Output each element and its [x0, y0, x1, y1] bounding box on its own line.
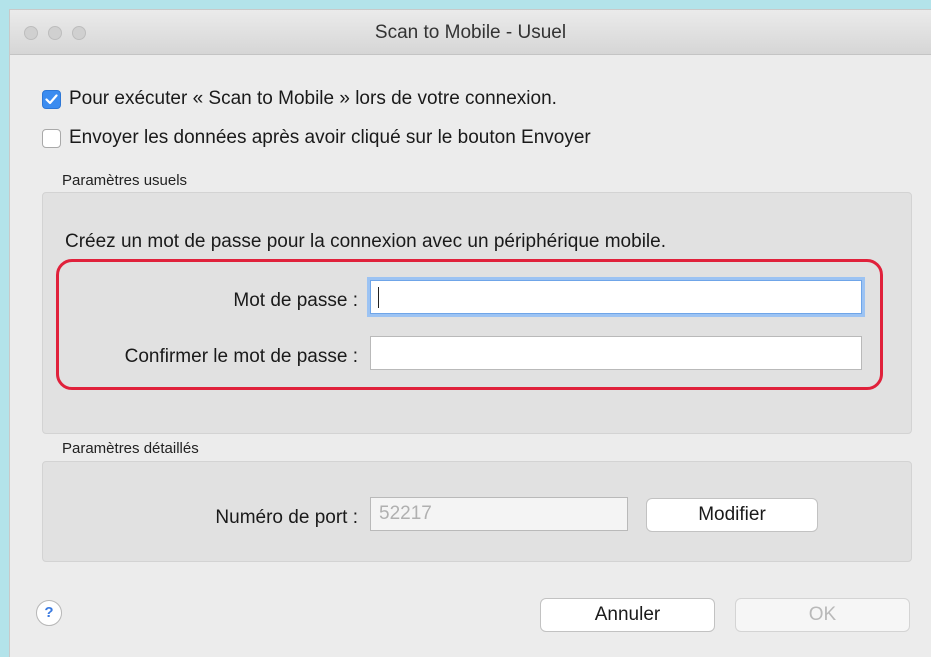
send-after-click-option[interactable]: Envoyer les données après avoir cliqué s… [42, 127, 591, 149]
dialog-window: Scan to Mobile - Usuel Pour exécuter « S… [10, 10, 931, 657]
checkmark-icon[interactable] [42, 89, 61, 109]
title-bar: Scan to Mobile - Usuel [10, 10, 931, 55]
window-title: Scan to Mobile - Usuel [374, 22, 567, 43]
confirm-password-field[interactable] [370, 336, 862, 370]
checkbox-empty-icon[interactable] [42, 128, 61, 148]
ok-button[interactable]: OK [735, 598, 910, 632]
launch-on-login-option[interactable]: Pour exécuter « Scan to Mobile » lors de… [42, 88, 557, 110]
launch-on-login-label: Pour exécuter « Scan to Mobile » lors de… [69, 88, 557, 109]
password-field[interactable] [370, 280, 862, 314]
cancel-button[interactable]: Annuler [540, 598, 715, 632]
text-caret [378, 287, 379, 308]
usual-settings-heading: Paramètres usuels [62, 172, 188, 189]
help-button[interactable]: ? [36, 600, 62, 626]
port-label: Numéro de port : [215, 507, 358, 528]
confirm-password-label: Confirmer le mot de passe : [124, 346, 358, 367]
detailed-settings-heading: Paramètres détaillés [62, 440, 199, 457]
password-instruction: Créez un mot de passe pour la connexion … [65, 231, 666, 252]
modify-button[interactable]: Modifier [646, 498, 818, 532]
password-fields-highlight [56, 259, 883, 390]
password-label: Mot de passe : [233, 290, 358, 311]
port-field: 52217 [370, 497, 628, 531]
send-after-click-label: Envoyer les données après avoir cliqué s… [69, 127, 591, 148]
